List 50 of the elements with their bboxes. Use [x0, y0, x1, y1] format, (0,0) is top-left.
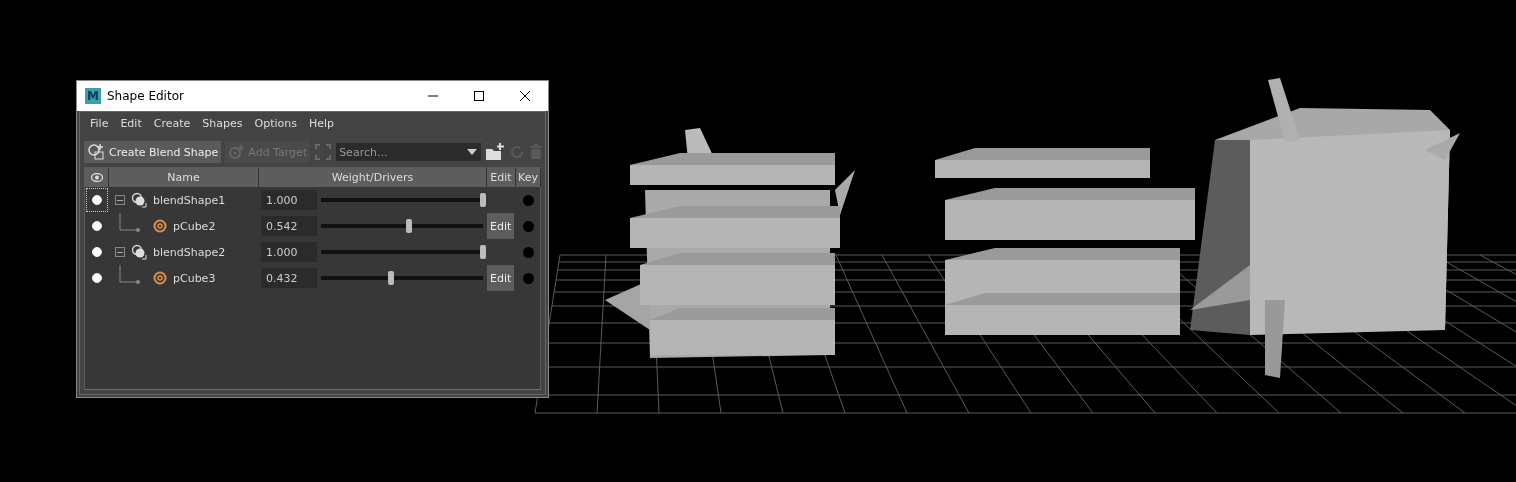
menu-item[interactable]: Shapes	[196, 116, 249, 130]
column-header[interactable]: Name	[109, 168, 259, 187]
eye-icon	[90, 173, 103, 182]
app-logo: M	[85, 88, 101, 104]
visibility-dot[interactable]	[92, 247, 102, 257]
weight-field[interactable]: 0.542	[261, 216, 317, 236]
slider-thumb[interactable]	[387, 271, 394, 285]
collapse-toggle[interactable]	[115, 195, 125, 205]
slider-thumb[interactable]	[480, 245, 486, 259]
visibility-cell[interactable]	[85, 187, 109, 213]
window-title: Shape Editor	[107, 89, 185, 103]
slider-thumb[interactable]	[480, 193, 486, 207]
slider-thumb[interactable]	[405, 219, 412, 233]
target-icon	[153, 219, 167, 233]
folder-plus-icon[interactable]	[485, 143, 506, 161]
target-icon	[153, 271, 167, 285]
menu-item[interactable]: Options	[248, 116, 303, 130]
key-dot[interactable]	[523, 220, 534, 232]
maximize-icon	[473, 90, 485, 102]
target-plus-icon	[228, 144, 245, 160]
key-dot[interactable]	[523, 272, 534, 284]
blend-shape-icon	[87, 143, 105, 161]
target-name[interactable]: pCube2	[173, 219, 216, 233]
column-header[interactable]: Key	[516, 168, 541, 187]
create-blend-shape-button[interactable]: Create Blend Shape	[84, 141, 222, 163]
collapse-toggle[interactable]	[115, 247, 125, 257]
menu-item[interactable]: Edit	[114, 116, 148, 130]
visibility-dot[interactable]	[92, 273, 102, 283]
blend-shape-icon	[131, 244, 147, 260]
menu-item[interactable]: File	[84, 116, 115, 130]
key-dot[interactable]	[523, 194, 534, 206]
edit-button[interactable]: Edit	[487, 265, 515, 291]
menu-item[interactable]: Help	[302, 116, 340, 130]
search-field[interactable]: Search...	[336, 143, 482, 161]
blend-shape-name[interactable]: blendShape1	[153, 193, 226, 207]
dropdown-caret-icon[interactable]	[467, 149, 478, 155]
blend-shape-icon	[131, 192, 147, 208]
visibility-dot[interactable]	[92, 195, 102, 205]
key-dot[interactable]	[523, 246, 534, 258]
column-header[interactable]: Weight/Drivers	[259, 168, 487, 187]
weight-field[interactable]: 1.000	[261, 242, 317, 262]
column-header[interactable]: Edit	[487, 168, 516, 187]
edit-button[interactable]: Edit	[487, 213, 515, 239]
target-name[interactable]: pCube3	[173, 271, 216, 285]
blend-shape-name[interactable]: blendShape2	[153, 245, 226, 259]
visibility-dot[interactable]	[92, 221, 102, 231]
weight-field[interactable]: 1.000	[261, 190, 317, 210]
weight-field[interactable]: 0.432	[261, 268, 317, 288]
close-icon	[519, 90, 531, 102]
menu-item[interactable]: Create	[147, 116, 197, 130]
